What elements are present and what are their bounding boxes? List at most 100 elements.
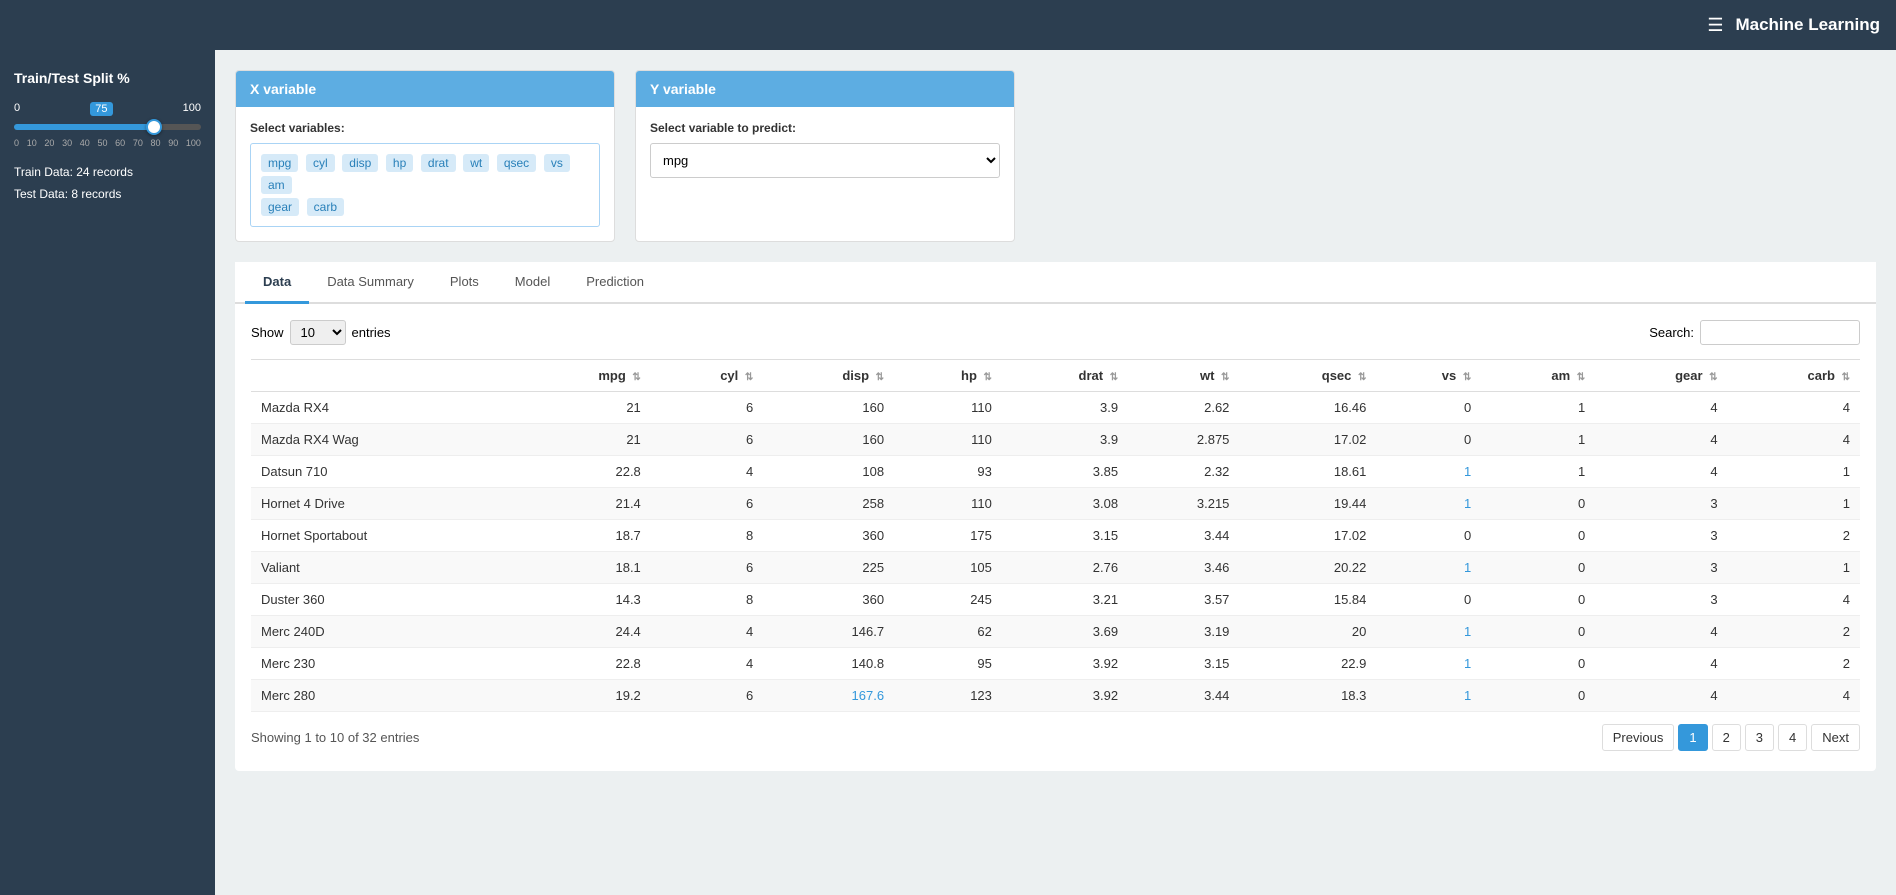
search-box: Search: bbox=[1649, 320, 1860, 345]
tag-gear[interactable]: gear bbox=[261, 198, 299, 216]
cell-carb: 1 bbox=[1728, 456, 1860, 488]
sidebar: Train/Test Split % 0 75 100 010203040506… bbox=[0, 50, 215, 895]
cell-mpg: 18.1 bbox=[518, 552, 650, 584]
col-drat[interactable]: drat ⇅ bbox=[1002, 360, 1128, 392]
cell-qsec: 20 bbox=[1239, 616, 1376, 648]
entries-select[interactable]: 10 25 50 100 bbox=[290, 320, 346, 345]
col-disp[interactable]: disp ⇅ bbox=[763, 360, 894, 392]
tag-wt[interactable]: wt bbox=[463, 154, 489, 172]
cell-vs: 1 bbox=[1376, 552, 1481, 584]
slider-thumb[interactable] bbox=[146, 119, 162, 135]
cell-vs: 0 bbox=[1376, 584, 1481, 616]
cell-name: Merc 240D bbox=[251, 616, 518, 648]
page-1-button[interactable]: 1 bbox=[1678, 724, 1707, 751]
col-cyl[interactable]: cyl ⇅ bbox=[651, 360, 763, 392]
tag-vs[interactable]: vs bbox=[544, 154, 570, 172]
hamburger-icon[interactable]: ☰ bbox=[1707, 15, 1723, 36]
cell-carb: 1 bbox=[1728, 552, 1860, 584]
col-gear[interactable]: gear ⇅ bbox=[1595, 360, 1727, 392]
cell-gear: 3 bbox=[1595, 488, 1727, 520]
cell-wt: 3.46 bbox=[1128, 552, 1239, 584]
cell-cyl: 6 bbox=[651, 488, 763, 520]
tag-carb[interactable]: carb bbox=[307, 198, 344, 216]
previous-button[interactable]: Previous bbox=[1602, 724, 1675, 751]
x-variable-header: X variable bbox=[236, 71, 614, 107]
tag-mpg[interactable]: mpg bbox=[261, 154, 298, 172]
tag-qsec[interactable]: qsec bbox=[497, 154, 536, 172]
col-hp[interactable]: hp ⇅ bbox=[894, 360, 1002, 392]
cell-am: 0 bbox=[1481, 584, 1595, 616]
cell-am: 1 bbox=[1481, 456, 1595, 488]
slider-max: 100 bbox=[183, 102, 201, 116]
cell-cyl: 4 bbox=[651, 648, 763, 680]
cell-mpg: 18.7 bbox=[518, 520, 650, 552]
show-entries: Show 10 25 50 100 entries bbox=[251, 320, 391, 345]
table-row: Mazda RX4 Wag2161601103.92.87517.020144 bbox=[251, 424, 1860, 456]
cell-mpg: 22.8 bbox=[518, 648, 650, 680]
cell-hp: 110 bbox=[894, 392, 1002, 424]
tab-data-summary[interactable]: Data Summary bbox=[309, 262, 432, 304]
col-am[interactable]: am ⇅ bbox=[1481, 360, 1595, 392]
cell-wt: 3.15 bbox=[1128, 648, 1239, 680]
cell-wt: 3.19 bbox=[1128, 616, 1239, 648]
x-variable-tags-box[interactable]: mpg cyl disp hp drat wt qsec vs am gear … bbox=[250, 143, 600, 227]
slider-fill bbox=[14, 124, 154, 130]
cell-gear: 4 bbox=[1595, 648, 1727, 680]
y-variable-select[interactable]: mpg cyl disp hp drat wt qsec vs am gear … bbox=[650, 143, 1000, 178]
slider-labels: 0 75 100 bbox=[14, 102, 201, 116]
tab-model[interactable]: Model bbox=[497, 262, 568, 304]
tab-plots[interactable]: Plots bbox=[432, 262, 497, 304]
tag-hp[interactable]: hp bbox=[386, 154, 413, 172]
cell-wt: 3.57 bbox=[1128, 584, 1239, 616]
col-mpg[interactable]: mpg ⇅ bbox=[518, 360, 650, 392]
col-wt[interactable]: wt ⇅ bbox=[1128, 360, 1239, 392]
cell-qsec: 22.9 bbox=[1239, 648, 1376, 680]
table-row: Merc 23022.84140.8953.923.1522.91042 bbox=[251, 648, 1860, 680]
cell-am: 0 bbox=[1481, 552, 1595, 584]
col-carb[interactable]: carb ⇅ bbox=[1728, 360, 1860, 392]
cell-carb: 1 bbox=[1728, 488, 1860, 520]
topbar: Machine Learning ☰ bbox=[0, 0, 1896, 50]
cell-drat: 3.92 bbox=[1002, 648, 1128, 680]
table-row: Hornet 4 Drive21.462581103.083.21519.441… bbox=[251, 488, 1860, 520]
table-row: Merc 240D24.44146.7623.693.19201042 bbox=[251, 616, 1860, 648]
page-3-button[interactable]: 3 bbox=[1745, 724, 1774, 751]
cell-vs: 1 bbox=[1376, 680, 1481, 712]
page-4-button[interactable]: 4 bbox=[1778, 724, 1807, 751]
y-variable-body: Select variable to predict: mpg cyl disp… bbox=[636, 107, 1014, 192]
y-variable-card: Y variable Select variable to predict: m… bbox=[635, 70, 1015, 242]
cell-hp: 245 bbox=[894, 584, 1002, 616]
cell-drat: 3.15 bbox=[1002, 520, 1128, 552]
cell-name: Merc 280 bbox=[251, 680, 518, 712]
table-row: Datsun 71022.84108933.852.3218.611141 bbox=[251, 456, 1860, 488]
sidebar-title: Train/Test Split % bbox=[14, 70, 201, 86]
col-qsec[interactable]: qsec ⇅ bbox=[1239, 360, 1376, 392]
cell-name: Merc 230 bbox=[251, 648, 518, 680]
tag-cyl[interactable]: cyl bbox=[306, 154, 335, 172]
cell-wt: 2.32 bbox=[1128, 456, 1239, 488]
show-label: Show bbox=[251, 325, 284, 340]
page-2-button[interactable]: 2 bbox=[1712, 724, 1741, 751]
cell-qsec: 20.22 bbox=[1239, 552, 1376, 584]
data-table: mpg ⇅ cyl ⇅ disp ⇅ hp ⇅ drat ⇅ wt ⇅ qsec… bbox=[251, 359, 1860, 712]
tag-disp[interactable]: disp bbox=[342, 154, 378, 172]
slider-track bbox=[14, 124, 201, 130]
cell-disp: 140.8 bbox=[763, 648, 894, 680]
cell-disp: 108 bbox=[763, 456, 894, 488]
col-vs[interactable]: vs ⇅ bbox=[1376, 360, 1481, 392]
train-data-label: Train Data: 24 records bbox=[14, 162, 201, 184]
tag-drat[interactable]: drat bbox=[421, 154, 456, 172]
tab-prediction[interactable]: Prediction bbox=[568, 262, 662, 304]
cell-qsec: 17.02 bbox=[1239, 520, 1376, 552]
col-name[interactable] bbox=[251, 360, 518, 392]
cell-gear: 3 bbox=[1595, 552, 1727, 584]
search-input[interactable] bbox=[1700, 320, 1860, 345]
tag-am[interactable]: am bbox=[261, 176, 292, 194]
cell-gear: 4 bbox=[1595, 456, 1727, 488]
cell-hp: 110 bbox=[894, 424, 1002, 456]
app-title: Machine Learning bbox=[1735, 15, 1880, 35]
tab-data[interactable]: Data bbox=[245, 262, 309, 304]
next-button[interactable]: Next bbox=[1811, 724, 1860, 751]
cell-vs: 1 bbox=[1376, 488, 1481, 520]
cell-vs: 0 bbox=[1376, 392, 1481, 424]
